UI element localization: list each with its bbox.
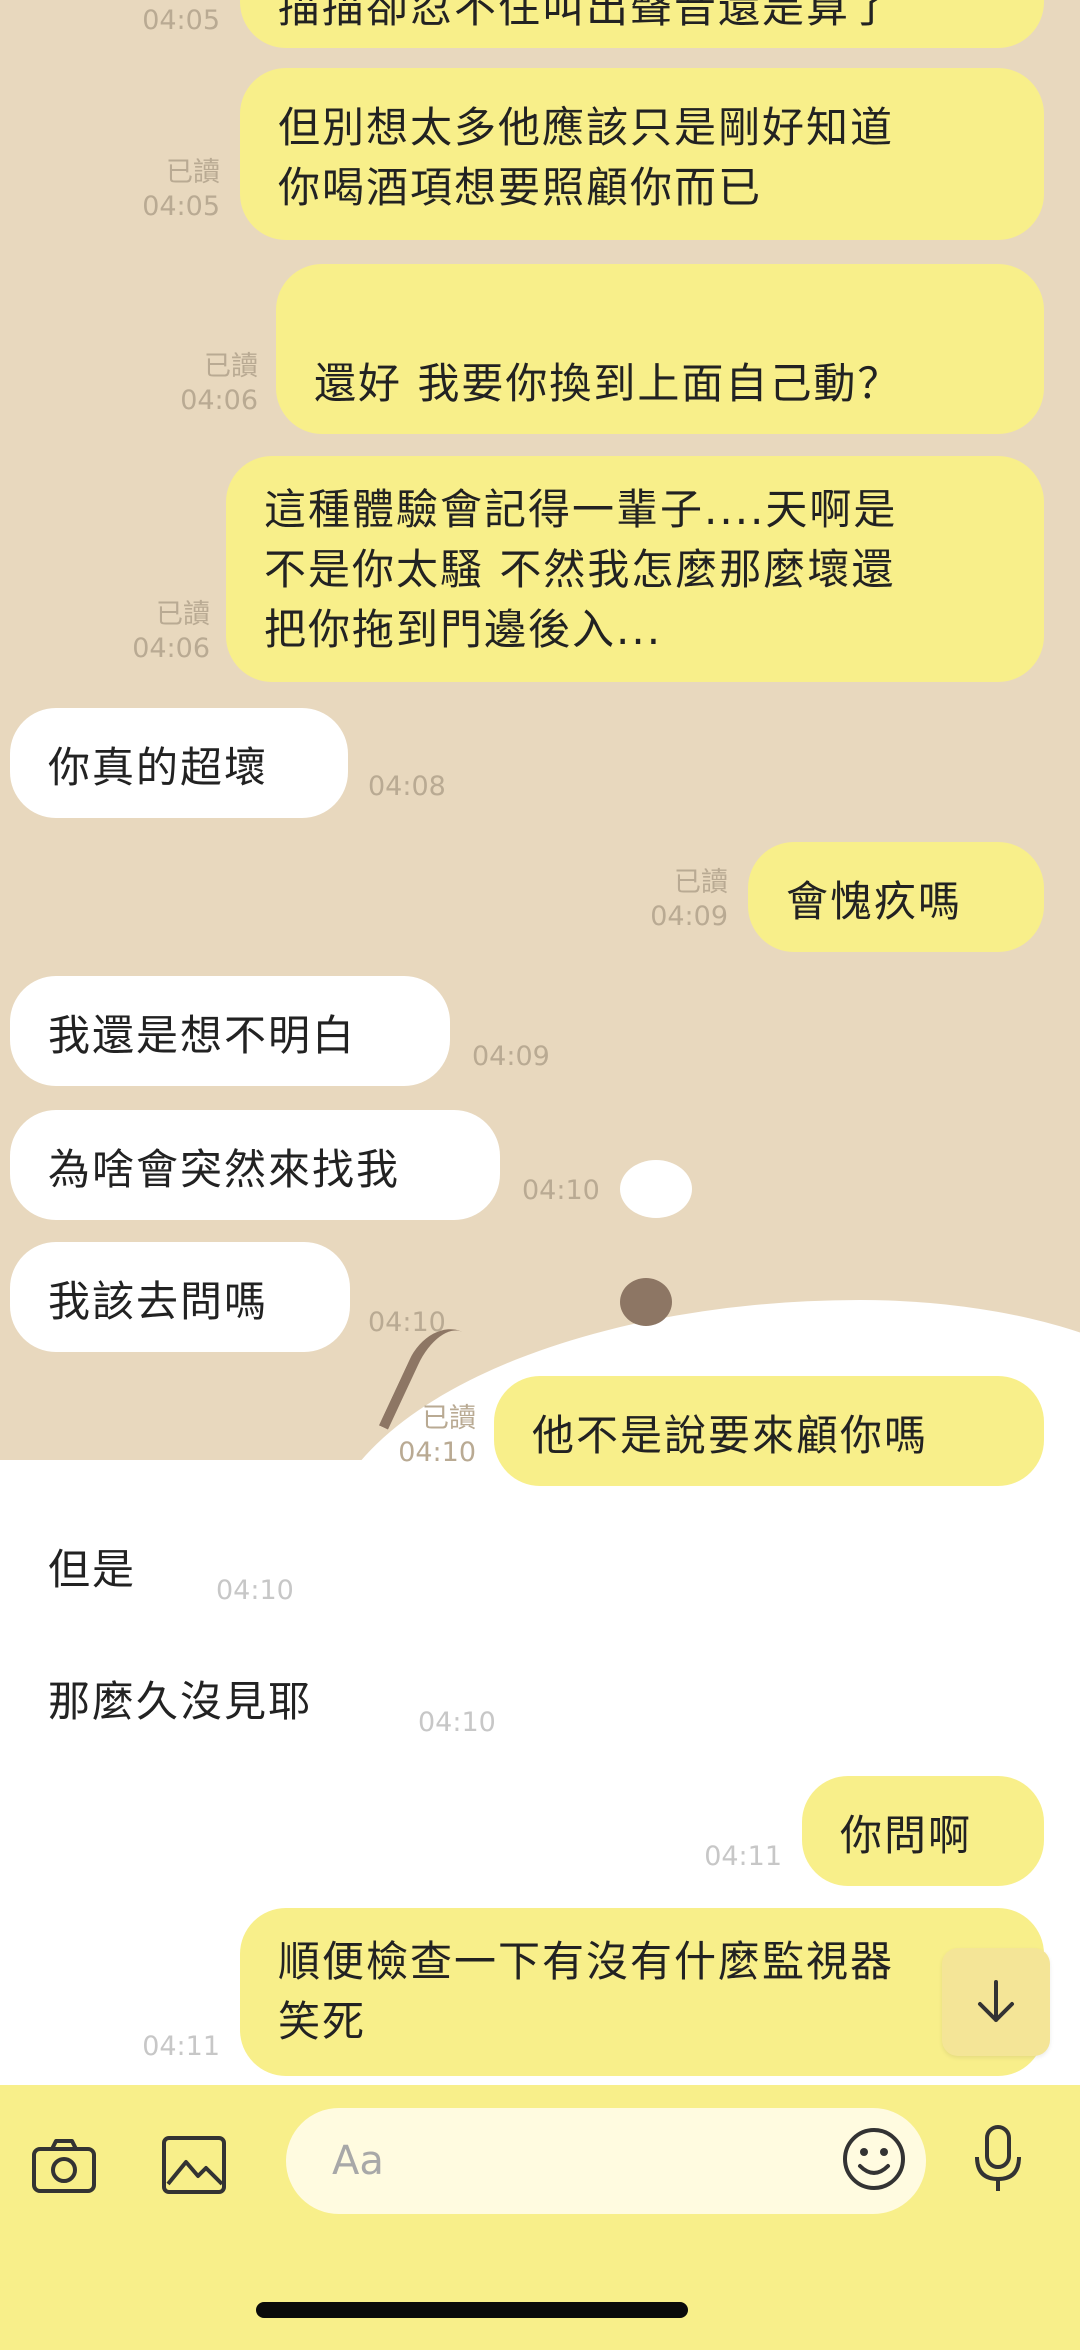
home-indicator[interactable] [256,2302,688,2318]
message-bubble-incoming[interactable]: 但是 [10,1510,196,1620]
message-meta: 已讀 04:05 [142,156,220,224]
message-bubble-outgoing[interactable]: 但別想太多他應該只是剛好知道 你喝酒項想要照顧你而已 [240,68,1044,240]
message-time: 04:06 [132,633,210,664]
message-input-placeholder: Aa [332,2138,384,2184]
message-time: 04:08 [368,771,446,802]
message-time: 04:10 [216,1575,294,1606]
message-time: 04:09 [472,1041,550,1072]
message-time: 04:10 [418,1707,496,1738]
message-bubble-outgoing[interactable]: 他不是說要來顧你嗎 [494,1376,1044,1486]
message-meta: 已讀 04:06 [180,350,258,418]
message-bubble-incoming[interactable]: 為啥會突然來找我 [10,1110,500,1220]
microphone-icon [975,2125,1021,2191]
message-time: 04:05 [142,5,220,36]
message-bubble-outgoing[interactable]: 還好 我要你換到上面自己動？ [276,264,1044,535]
input-bar: Aa [0,2085,1080,2350]
message-time: 04:10 [522,1175,600,1206]
message-bubble-incoming[interactable]: 你真的超壞 [10,708,348,818]
smiley-icon [843,2128,905,2190]
read-receipt: 已讀 [204,351,258,382]
message-time: 04:11 [142,2031,220,2062]
arrow-down-icon [978,1980,1014,2022]
message-time: 04:06 [180,385,258,416]
read-receipt: 已讀 [674,867,728,898]
wallpaper-spot [620,1278,672,1326]
message-time: 04:10 [398,1437,476,1468]
scroll-to-bottom-button[interactable] [942,1948,1050,2056]
message-meta: 已讀 04:10 [398,1402,476,1470]
message-bubble-incoming[interactable]: 我該去問嗎 [10,1242,350,1352]
message-bubble-outgoing[interactable]: 順便檢查一下有沒有什麼監視器 笑死 [240,1908,1044,2076]
read-receipt: 已讀 [422,1403,476,1434]
message-time: 04:09 [650,901,728,932]
camera-icon [32,2139,96,2193]
message-bubble-outgoing[interactable]: 描描卻忍不住叫出聲音還是算了 [240,0,1044,48]
message-bubble-incoming[interactable]: 我還是想不明白 [10,976,450,1086]
message-text: 還好 我要你換到上面自己動？ [314,359,902,408]
message-bubble-incoming[interactable]: 那麼久沒見耶 [10,1642,400,1752]
wallpaper-spot [620,1160,692,1218]
chat-area[interactable]: 描描卻忍不住叫出聲音還是算了 04:05 但別想太多他應該只是剛好知道 你喝酒項… [0,0,1080,2085]
message-input[interactable]: Aa [286,2108,926,2214]
emoji-button[interactable] [836,2121,912,2197]
message-time: 04:10 [368,1307,446,1338]
read-receipt: 已讀 [166,157,220,188]
camera-button[interactable] [24,2125,104,2205]
gallery-button[interactable] [154,2125,234,2205]
message-bubble-outgoing[interactable]: 你問啊 [802,1776,1044,1886]
image-icon [162,2136,226,2194]
message-time: 04:05 [142,191,220,222]
voice-button[interactable] [958,2119,1038,2199]
read-receipt: 已讀 [156,599,210,630]
message-meta: 已讀 04:06 [132,598,210,666]
message-time: 04:11 [704,1841,782,1872]
message-bubble-outgoing[interactable]: 會愧疚嗎 [748,842,1044,952]
message-meta: 已讀 04:09 [650,866,728,934]
message-bubble-outgoing[interactable]: 這種體驗會記得一輩子....天啊是 不是你太騷 不然我怎麼那麼壞還 把你拖到門邊… [226,456,1044,682]
